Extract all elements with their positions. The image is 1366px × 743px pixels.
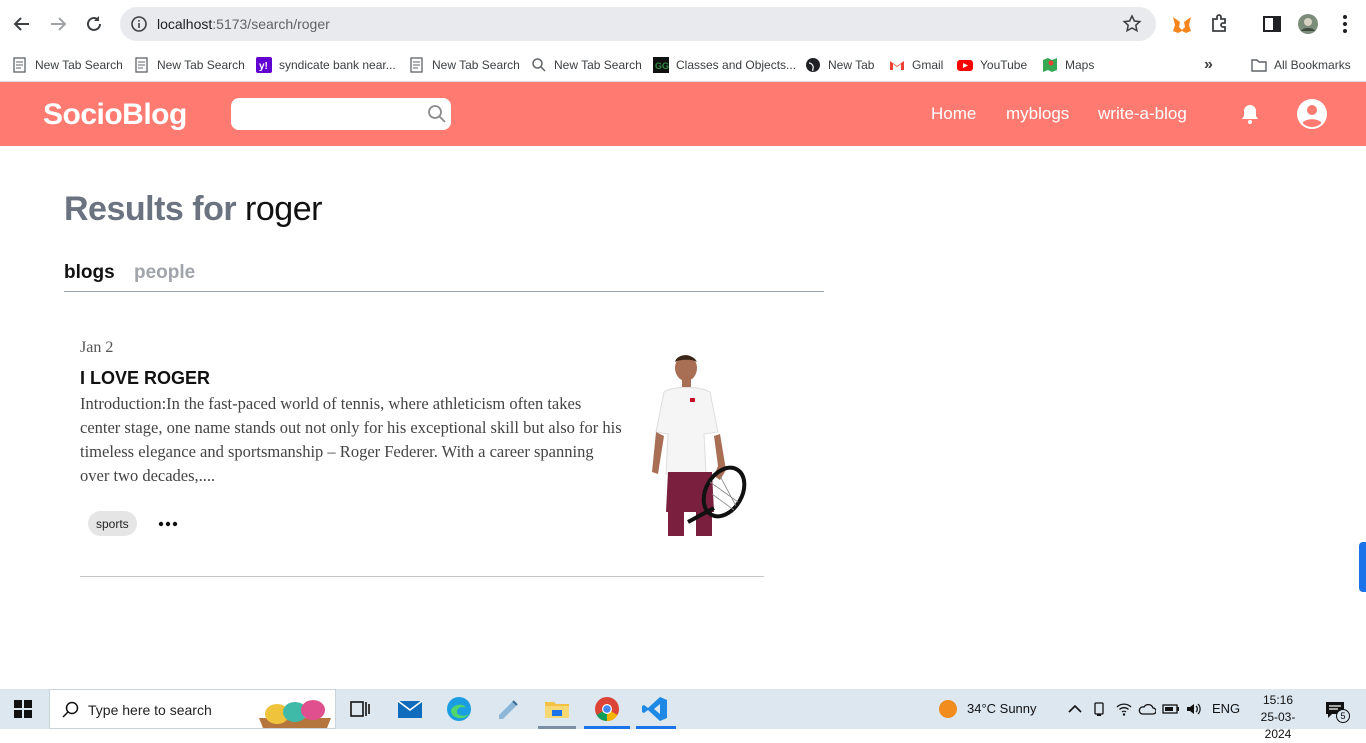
page-icon [13,57,26,73]
notification-count-badge: 5 [1336,709,1350,723]
browser-toolbar: localhost:5173/search/roger [0,0,1366,48]
back-arrow-icon [13,17,29,31]
more-options-icon[interactable] [158,514,178,534]
forward-button[interactable] [46,12,70,36]
weather-sun-icon[interactable] [938,699,958,719]
page-icon [410,57,423,73]
bookmark-item[interactable]: YouTube [957,54,1027,76]
forward-arrow-icon [51,17,67,31]
bookmark-item[interactable]: New Tab Search [134,54,245,76]
nav-myblogs-link[interactable]: myblogs [1006,104,1069,124]
bookmark-item[interactable]: New Tab Search [409,54,520,76]
chevron-up-icon[interactable] [1067,701,1083,717]
gmail-icon [890,61,904,70]
side-handle[interactable] [1359,542,1366,592]
search-box [231,98,451,130]
onedrive-cloud-icon[interactable] [1138,701,1156,717]
side-panel-icon[interactable] [1261,13,1283,35]
windows-taskbar: Type here to search 34°C Sunny ENG 15:16… [0,689,1366,741]
taskbar-search[interactable]: Type here to search [49,689,336,729]
maps-icon [1043,58,1057,72]
bookmark-item[interactable]: New Tab Search [12,54,123,76]
globe-icon [806,58,820,72]
yahoo-icon: y! [256,57,272,73]
windows-start-icon[interactable] [14,700,32,718]
extensions-puzzle-icon[interactable] [1208,13,1230,35]
svg-text:GG: GG [655,61,669,71]
tab-people[interactable]: people [134,262,195,284]
weather-text[interactable]: 34°C Sunny [967,701,1037,716]
battery-icon[interactable] [1162,701,1180,717]
volume-icon[interactable] [1185,701,1203,717]
file-explorer-icon[interactable] [543,695,571,723]
back-button[interactable] [10,12,34,36]
nav-write-a-blog-link[interactable]: write-a-blog [1098,104,1187,124]
vscode-app-icon[interactable] [641,695,669,723]
menu-kebab-icon[interactable] [1334,13,1356,35]
reload-button[interactable] [82,12,106,36]
user-account-icon[interactable] [1296,98,1328,130]
gfg-icon: GG [653,57,669,73]
bookmark-item[interactable]: New Tab [805,54,874,76]
search-icon [62,701,79,718]
taskbar-search-placeholder: Type here to search [88,702,212,718]
address-bar[interactable]: localhost:5173/search/roger [120,7,1156,41]
holi-colors-icon [259,700,331,728]
blog-tag[interactable]: sports [88,511,137,536]
metamask-extension-icon[interactable] [1171,13,1193,35]
folder-icon [1251,59,1267,72]
bell-icon[interactable] [1238,102,1262,126]
app-logo[interactable]: SocioBlog [43,98,187,132]
taskbar-clock[interactable]: 15:16 25-03-2024 [1248,692,1308,743]
site-info-icon[interactable] [130,15,148,33]
results-heading: Results for roger [64,190,322,228]
device-icon[interactable] [1091,701,1107,717]
mail-app-icon[interactable] [396,695,424,723]
reload-icon [87,16,101,31]
blog-title[interactable]: I LOVE ROGER [80,368,210,389]
url-text: localhost:5173/search/roger [157,16,330,32]
app-header: SocioBlog Home myblogs write-a-blog [0,82,1366,146]
search-input[interactable] [239,102,419,126]
tab-blogs[interactable]: blogs [64,262,115,284]
bookmark-item[interactable]: Gmail [889,54,943,76]
youtube-icon [957,60,973,71]
nav-home-link[interactable]: Home [931,104,976,124]
bookmark-item[interactable]: y! syndicate bank near... [256,54,396,76]
search-icon[interactable] [427,104,447,124]
blog-thumbnail-image [652,355,747,536]
more-bookmarks-button[interactable]: » [1204,54,1213,76]
results-tabs: blogs people [64,260,824,292]
bookmarks-bar: New Tab Search New Tab Search y! syndica… [0,48,1366,82]
language-indicator[interactable]: ENG [1212,701,1240,716]
edge-browser-icon[interactable] [445,695,473,723]
page-icon [135,57,148,73]
notepad-app-icon[interactable] [494,695,522,723]
svg-text:y!: y! [259,61,268,72]
blog-excerpt: Introduction:In the fast-paced world of … [80,394,622,485]
blog-date: Jan 2 [80,339,114,356]
bookmark-item[interactable]: Maps [1042,54,1094,76]
notifications-button[interactable]: 5 [1324,699,1350,723]
search-query: roger [245,190,322,228]
bookmark-item[interactable]: New Tab Search [531,54,642,76]
wifi-icon[interactable] [1116,701,1132,717]
search-icon [532,58,546,72]
chrome-browser-icon[interactable] [593,695,621,723]
task-view-icon[interactable] [346,695,374,723]
profile-avatar-icon[interactable] [1297,13,1319,35]
all-bookmarks-button[interactable]: All Bookmarks [1251,54,1351,76]
bookmark-star-icon[interactable] [1122,14,1142,34]
blog-card[interactable]: Jan 2 I LOVE ROGER Introduction:In the f… [80,330,764,577]
bookmark-item[interactable]: GG Classes and Objects... [653,54,796,76]
